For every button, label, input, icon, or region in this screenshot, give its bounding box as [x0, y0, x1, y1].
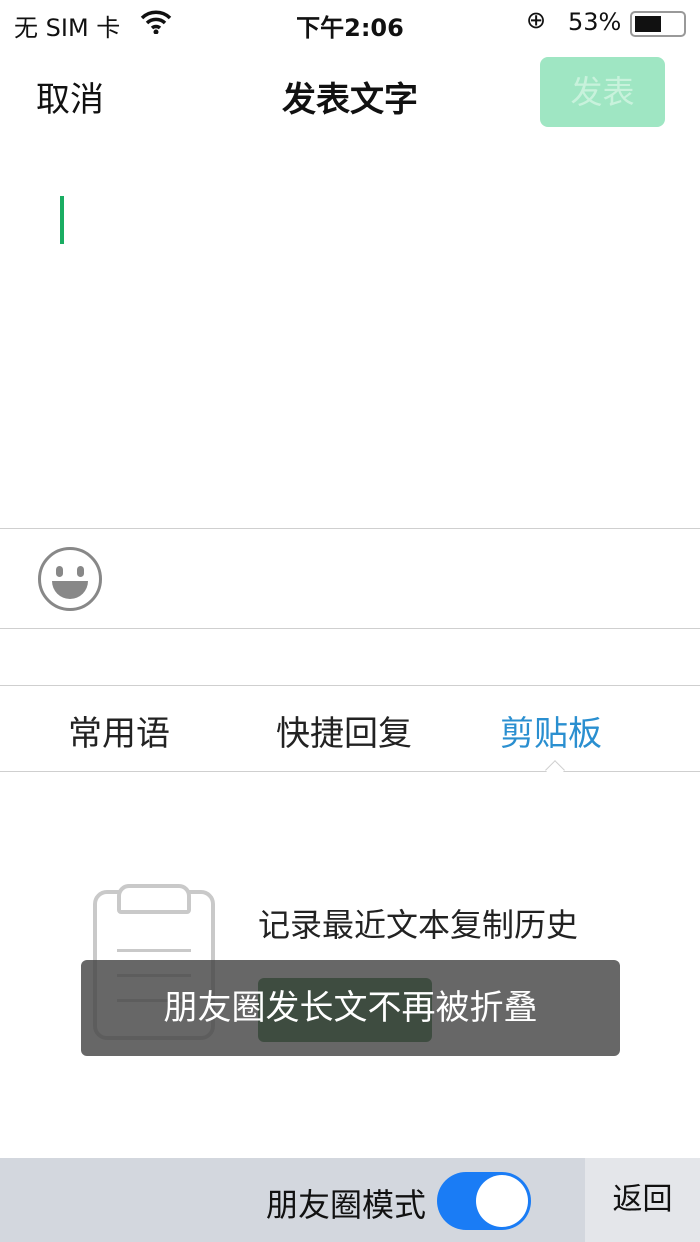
- text-input-area[interactable]: [0, 141, 700, 528]
- tab-bar: 常用语 快捷回复 剪贴板: [0, 686, 700, 771]
- moments-mode-label: 朋友圈模式: [266, 1186, 427, 1224]
- toast-message: 朋友圈发长文不再被折叠: [81, 960, 620, 1056]
- clipboard-description: 记录最近文本复制历史: [258, 906, 579, 944]
- text-cursor: [60, 196, 64, 244]
- cancel-button[interactable]: 取消: [36, 72, 104, 121]
- divider: [0, 528, 700, 529]
- battery-percent: 53%: [568, 8, 622, 36]
- battery-icon: [630, 11, 686, 37]
- back-button[interactable]: 返回: [585, 1158, 700, 1242]
- bottom-bar: 朋友圈模式 返回: [0, 1158, 700, 1242]
- emoji-icon[interactable]: [38, 547, 102, 611]
- tab-clipboard[interactable]: 剪贴板: [500, 706, 602, 755]
- moments-mode-toggle[interactable]: [437, 1172, 531, 1230]
- nav-bar: 取消 发表文字 发表: [0, 46, 700, 141]
- status-bar: 无 SIM 卡 下午2:06 ⊕ 53%: [0, 0, 700, 46]
- post-button[interactable]: 发表: [540, 57, 665, 127]
- divider: [0, 771, 700, 772]
- tab-common-phrases[interactable]: 常用语: [68, 706, 170, 755]
- toggle-knob: [476, 1175, 528, 1227]
- tab-quick-reply[interactable]: 快捷回复: [276, 706, 412, 755]
- rotation-lock-icon: ⊕: [526, 6, 547, 34]
- divider: [0, 628, 700, 629]
